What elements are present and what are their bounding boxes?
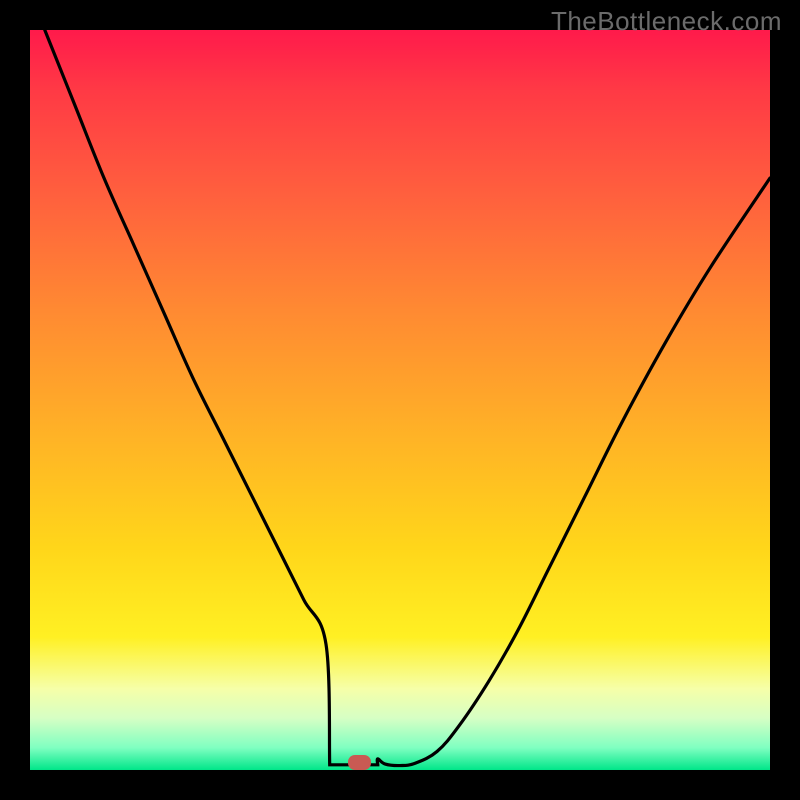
chart-container: TheBottleneck.com bbox=[0, 0, 800, 800]
watermark-text: TheBottleneck.com bbox=[551, 6, 782, 37]
curve-layer bbox=[30, 30, 770, 770]
min-marker bbox=[348, 755, 371, 770]
bottleneck-curve bbox=[45, 30, 770, 766]
plot-area bbox=[30, 30, 770, 770]
